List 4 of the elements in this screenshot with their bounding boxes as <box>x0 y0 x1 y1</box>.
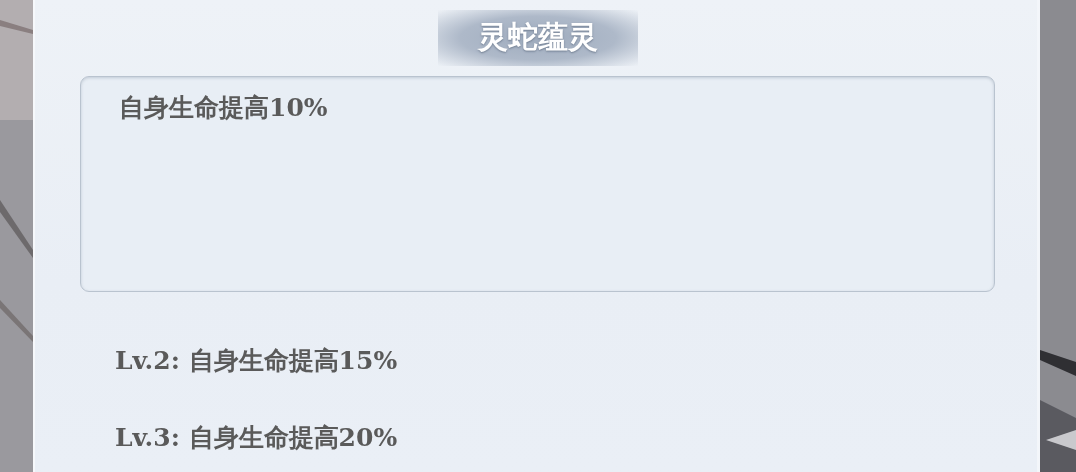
effect-text: 自身生命提高10% <box>119 93 328 122</box>
dialog-title: 灵蛇蕴灵 <box>437 10 638 66</box>
level-text: Lv.2: 自身生命提高15% <box>115 345 398 377</box>
level-text: Lv.3: 自身生命提高20% <box>115 422 398 454</box>
